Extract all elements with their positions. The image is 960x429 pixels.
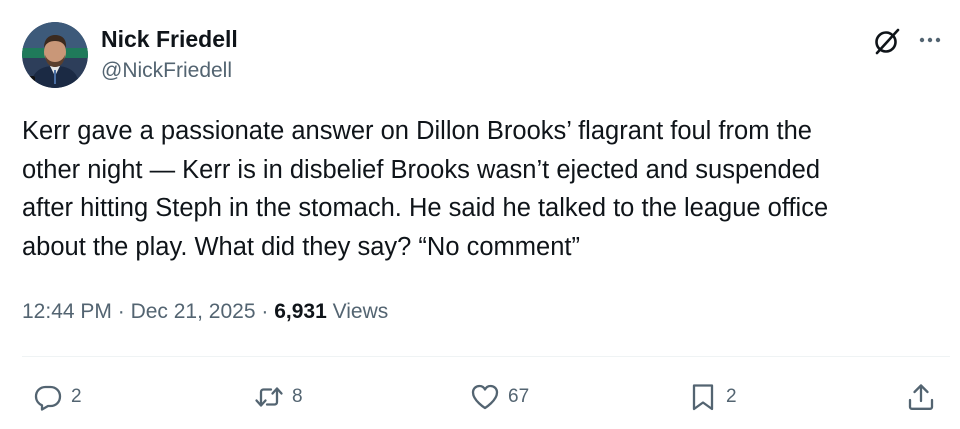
author-handle[interactable]: @NickFriedell <box>101 58 232 84</box>
tweet-time[interactable]: 12:44 PM <box>22 300 112 323</box>
share-icon <box>908 384 934 410</box>
reply-count: 2 <box>71 386 82 407</box>
meta-separator: · <box>117 300 125 323</box>
repost-button[interactable]: 8 <box>254 381 303 413</box>
repost-icon <box>255 387 283 407</box>
repost-count: 8 <box>292 386 303 407</box>
views-count[interactable]: 6,931 <box>274 300 327 323</box>
reply-button[interactable]: 2 <box>33 381 82 413</box>
more-options-icon[interactable] <box>916 26 944 54</box>
like-count: 67 <box>508 386 530 407</box>
bookmark-button[interactable]: 2 <box>688 381 737 413</box>
avatar[interactable] <box>22 22 88 88</box>
share-button[interactable] <box>906 381 936 413</box>
tweet-metadata: 12:44 PM · Dec 21, 2025 · 6,931 Views <box>22 298 388 326</box>
avatar-image <box>22 22 88 88</box>
bookmark-icon <box>692 384 714 411</box>
views-label[interactable]: Views <box>333 300 389 323</box>
like-button[interactable]: 67 <box>470 381 529 413</box>
divider <box>22 356 950 357</box>
heart-icon <box>471 384 499 410</box>
tweet-card: Nick Friedell @NickFriedell Kerr gave a … <box>0 0 960 429</box>
tweet-text: Kerr gave a passionate answer on Dillon … <box>22 117 829 261</box>
bookmark-count: 2 <box>726 386 737 407</box>
tweet-date[interactable]: Dec 21, 2025 <box>131 300 256 323</box>
meta-separator: · <box>261 300 269 323</box>
reply-icon <box>34 385 62 411</box>
grok-icon[interactable] <box>872 26 902 56</box>
author-name[interactable]: Nick Friedell <box>101 25 238 53</box>
